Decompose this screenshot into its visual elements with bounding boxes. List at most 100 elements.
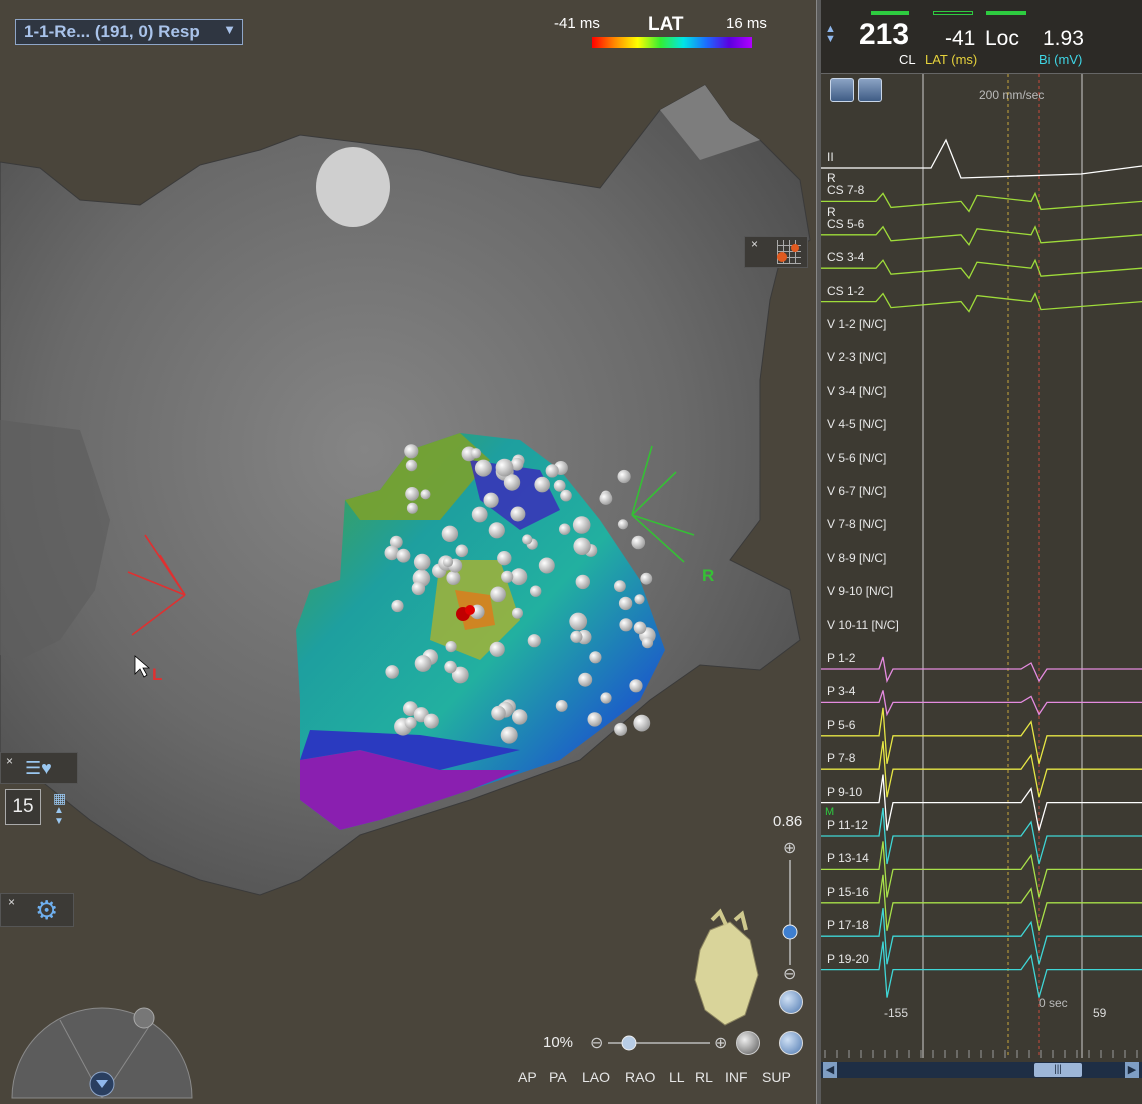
sample-point[interactable] bbox=[575, 574, 590, 590]
sample-point[interactable] bbox=[633, 621, 647, 635]
map-selector-dropdown[interactable]: 1-1-Re... (191, 0) Resp ▼ bbox=[15, 19, 243, 45]
heart-view-button[interactable] bbox=[779, 990, 803, 1014]
sample-point[interactable] bbox=[503, 474, 521, 491]
sample-point[interactable] bbox=[497, 551, 512, 566]
sample-point[interactable] bbox=[534, 476, 550, 493]
hand-heart-icon[interactable]: ☰♥ bbox=[25, 758, 59, 778]
point-tool-panel[interactable]: × bbox=[744, 236, 808, 268]
egm-scrollbar[interactable]: ◀ ||| ▶ bbox=[821, 1062, 1142, 1078]
sample-point[interactable] bbox=[501, 570, 514, 583]
sample-point[interactable] bbox=[560, 489, 572, 502]
sample-point[interactable] bbox=[617, 519, 629, 530]
close-icon[interactable]: × bbox=[6, 754, 13, 768]
sample-point[interactable] bbox=[512, 709, 528, 725]
sample-point[interactable] bbox=[413, 553, 431, 571]
sample-point[interactable] bbox=[483, 492, 499, 508]
settings-tool-panel[interactable]: × ⚙ bbox=[0, 893, 74, 927]
reset-view-button[interactable] bbox=[779, 1031, 803, 1055]
sample-point[interactable] bbox=[406, 502, 418, 514]
sample-point[interactable] bbox=[614, 580, 626, 593]
grid-points-icon[interactable] bbox=[777, 240, 801, 264]
sample-point[interactable] bbox=[489, 641, 505, 657]
view-rl-button[interactable]: RL bbox=[695, 1069, 713, 1085]
sample-point[interactable] bbox=[420, 489, 431, 500]
close-icon[interactable]: × bbox=[751, 237, 758, 251]
sample-point[interactable] bbox=[491, 705, 506, 721]
sample-point[interactable] bbox=[619, 618, 633, 632]
sample-point[interactable] bbox=[522, 534, 533, 545]
sample-point[interactable] bbox=[614, 722, 628, 736]
sample-point[interactable] bbox=[527, 634, 541, 648]
sample-point[interactable] bbox=[510, 506, 526, 522]
sample-point[interactable] bbox=[495, 458, 514, 477]
sample-point[interactable] bbox=[446, 571, 461, 585]
sample-point[interactable] bbox=[488, 522, 505, 539]
scroll-left-icon[interactable]: ◀ bbox=[823, 1062, 837, 1078]
view-pa-button[interactable]: PA bbox=[549, 1069, 567, 1085]
sample-point[interactable] bbox=[444, 660, 457, 674]
close-icon[interactable]: × bbox=[8, 895, 15, 909]
view-ll-button[interactable]: LL bbox=[669, 1069, 685, 1085]
stepper-down-icon[interactable]: ▼ bbox=[54, 816, 64, 827]
stepper-up-icon[interactable]: ▲ bbox=[54, 805, 64, 816]
sample-point[interactable] bbox=[423, 713, 439, 729]
sample-point[interactable] bbox=[578, 672, 593, 687]
sample-point[interactable] bbox=[470, 448, 482, 459]
sample-point[interactable] bbox=[404, 444, 419, 459]
sample-point[interactable] bbox=[445, 641, 457, 653]
sphere-toggle-icon[interactable] bbox=[736, 1031, 760, 1055]
sample-point[interactable] bbox=[471, 506, 488, 523]
view-ap-button[interactable]: AP bbox=[518, 1069, 537, 1085]
sample-point[interactable] bbox=[490, 586, 506, 603]
sample-point[interactable] bbox=[538, 557, 555, 574]
view-rao-button[interactable]: RAO bbox=[625, 1069, 655, 1085]
sample-point[interactable] bbox=[633, 714, 651, 732]
sample-point[interactable] bbox=[641, 637, 654, 649]
view-inf-button[interactable]: INF bbox=[725, 1069, 748, 1085]
sample-point[interactable] bbox=[391, 599, 404, 613]
sample-point[interactable] bbox=[442, 556, 454, 568]
map-viewport[interactable]: 1-1-Re... (191, 0) Resp ▼ -41 ms LAT 16 … bbox=[0, 0, 818, 1104]
sample-point[interactable] bbox=[570, 630, 583, 643]
sample-point[interactable] bbox=[617, 469, 631, 484]
increase-icon[interactable]: ⊕ bbox=[714, 1033, 727, 1053]
sample-point[interactable] bbox=[587, 712, 602, 727]
hand-tool-panel[interactable]: × ☰♥ bbox=[0, 752, 78, 784]
sample-point[interactable] bbox=[572, 516, 591, 534]
sample-point[interactable] bbox=[530, 585, 542, 597]
sample-point[interactable] bbox=[396, 548, 411, 563]
sample-point[interactable] bbox=[455, 544, 469, 558]
sample-point[interactable] bbox=[589, 651, 602, 664]
gear-icon[interactable]: ⚙ bbox=[35, 895, 58, 925]
sample-point[interactable] bbox=[599, 492, 613, 505]
zoom-out-icon[interactable]: ⊖ bbox=[783, 964, 796, 984]
sample-point[interactable] bbox=[512, 607, 523, 619]
view-sup-button[interactable]: SUP bbox=[762, 1069, 791, 1085]
view-lao-button[interactable]: LAO bbox=[582, 1069, 610, 1085]
sample-point[interactable] bbox=[474, 459, 492, 477]
zoom-in-icon[interactable]: ⊕ bbox=[783, 838, 796, 858]
sample-point[interactable] bbox=[559, 523, 571, 535]
sample-point[interactable] bbox=[384, 545, 400, 561]
sample-point[interactable] bbox=[500, 726, 518, 744]
sample-point[interactable] bbox=[414, 655, 432, 672]
sample-point[interactable] bbox=[545, 464, 559, 478]
sample-point[interactable] bbox=[573, 537, 591, 555]
sample-point[interactable] bbox=[569, 612, 588, 631]
scroll-thumb[interactable]: ||| bbox=[1034, 1063, 1082, 1077]
sample-point[interactable] bbox=[629, 679, 643, 693]
decrease-icon[interactable]: ⊖ bbox=[590, 1033, 603, 1053]
sample-point[interactable] bbox=[555, 700, 568, 712]
sample-point[interactable] bbox=[618, 596, 633, 611]
sample-point[interactable] bbox=[631, 535, 646, 550]
sample-point[interactable] bbox=[634, 594, 645, 605]
sample-point[interactable] bbox=[405, 487, 419, 501]
sample-point[interactable] bbox=[405, 459, 418, 472]
sample-point[interactable] bbox=[385, 665, 400, 679]
sample-point[interactable] bbox=[640, 572, 653, 585]
sample-point[interactable] bbox=[553, 479, 566, 492]
sample-point[interactable] bbox=[441, 525, 459, 542]
scroll-right-icon[interactable]: ▶ bbox=[1125, 1062, 1139, 1078]
sample-point[interactable] bbox=[411, 581, 426, 596]
point-count-field[interactable]: 15 bbox=[5, 789, 41, 825]
